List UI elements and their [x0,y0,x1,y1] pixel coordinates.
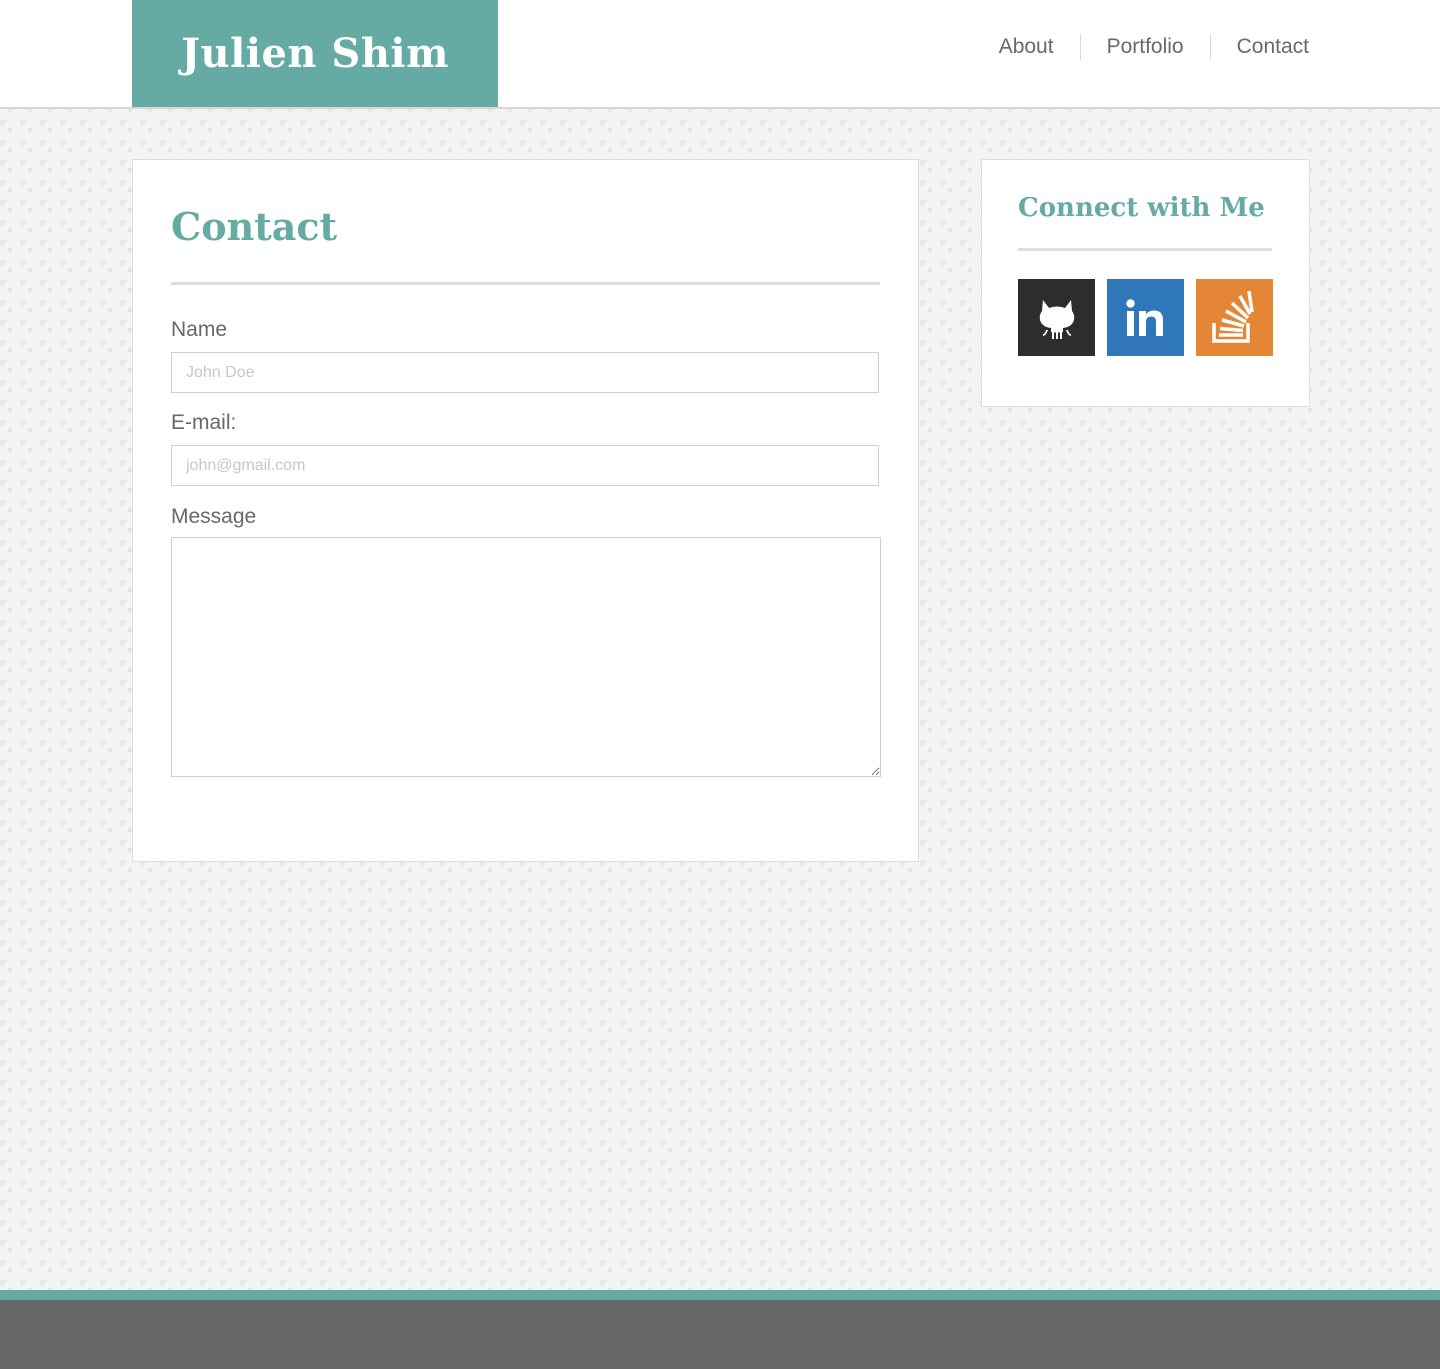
connect-title: Connect with Me [1018,193,1265,223]
connect-divider [1018,248,1272,251]
name-input[interactable] [171,352,879,393]
main-nav: About Portfolio Contact [973,34,1309,60]
connect-card: Connect with Me [981,159,1310,407]
site-brand[interactable]: Julien Shim [132,0,498,107]
contact-card: Contact Name E-mail: Message [132,159,919,862]
github-link[interactable] [1018,279,1095,356]
name-label: Name [171,318,228,341]
stackoverflow-icon [1211,290,1254,343]
message-textarea[interactable] [171,537,881,777]
nav-contact[interactable]: Contact [1209,34,1309,60]
linkedin-icon [1125,298,1163,336]
site-header: Julien Shim About Portfolio Contact [0,0,1440,109]
email-input[interactable] [171,445,879,486]
linkedin-link[interactable] [1107,279,1184,356]
github-icon [1039,299,1074,339]
nav-portfolio[interactable]: Portfolio [1079,34,1210,60]
page-title: Contact [171,204,338,249]
message-label: Message [171,505,257,528]
email-label: E-mail: [171,411,237,434]
site-footer [0,1300,1440,1369]
title-divider [171,282,880,285]
stackoverflow-link[interactable] [1196,279,1273,356]
footer-accent-bar [0,1290,1440,1300]
nav-about[interactable]: About [973,34,1080,60]
